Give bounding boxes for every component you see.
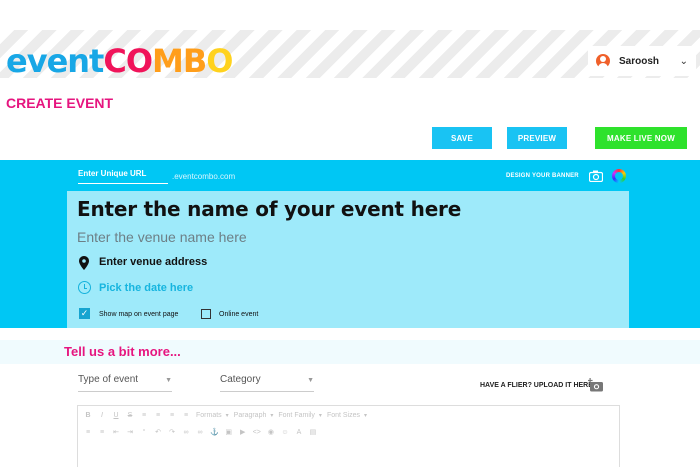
image-icon[interactable]: ▣ [225,428,233,436]
add-photo-icon[interactable] [588,378,604,392]
font-sizes-dropdown[interactable]: Font Sizes [327,412,367,419]
save-button[interactable]: SAVE [432,127,492,149]
unique-url-input[interactable]: Enter Unique URL [78,168,168,184]
outdent-icon[interactable]: ⇤ [112,428,120,436]
category-select[interactable]: Category ▼ [220,374,314,392]
upload-flier-link[interactable]: HAVE A FLIER? UPLOAD IT HERE [480,382,593,389]
font-family-dropdown[interactable]: Font Family [278,412,321,419]
unlink-icon[interactable]: ∞ [196,429,204,436]
bullet-list-icon[interactable]: ≡ [84,429,92,436]
emoticons-icon[interactable]: ☺ [281,429,289,436]
color-picker-icon[interactable] [612,169,626,183]
pick-date-link[interactable]: Pick the date here [99,282,193,294]
eventcombo-logo[interactable]: eventCOMBO [6,44,233,78]
editor-toolbar-row-1: B I U S ≡ ≡ ≡ ≡ Formats Paragraph Font F… [84,412,367,419]
online-event-checkbox[interactable] [201,309,211,319]
background-color-icon[interactable]: ▤ [309,428,317,436]
venue-address-input[interactable]: Enter venue address [99,256,207,268]
anchor-icon[interactable]: ⚓ [210,428,219,436]
design-banner-link[interactable]: DESIGN YOUR BANNER [506,173,579,179]
numbered-list-icon[interactable]: ≡ [98,429,106,436]
italic-icon[interactable]: I [98,412,106,419]
venue-name-input[interactable]: Enter the venue name here [77,229,247,245]
url-suffix: .eventcombo.com [172,172,236,181]
event-type-value: Type of event [78,374,139,385]
user-name: Saroosh [619,55,660,67]
rich-text-editor[interactable]: B I U S ≡ ≡ ≡ ≡ Formats Paragraph Font F… [77,405,620,467]
clock-icon [78,281,91,294]
chevron-down-icon: ⌄ [679,55,688,67]
user-menu[interactable]: Saroosh ⌄ [588,46,696,76]
underline-icon[interactable]: U [112,412,120,419]
indent-icon[interactable]: ⇥ [126,428,134,436]
show-map-checkbox[interactable]: ✓ [79,308,90,319]
preview-icon[interactable]: ◉ [267,428,275,436]
chevron-down-icon: ▼ [307,377,314,384]
camera-icon[interactable] [589,170,603,182]
link-icon[interactable]: ∞ [182,429,190,436]
bold-icon[interactable]: B [84,412,92,419]
align-center-icon[interactable]: ≡ [154,412,162,419]
make-live-button[interactable]: MAKE LIVE NOW [595,127,687,149]
online-event-label: Online event [219,311,259,318]
paragraph-dropdown[interactable]: Paragraph [234,412,273,419]
undo-icon[interactable]: ↶ [154,428,162,436]
media-icon[interactable]: ▶ [239,428,247,436]
event-type-select[interactable]: Type of event ▼ [78,374,172,392]
location-pin-icon [79,256,89,270]
chevron-down-icon: ▼ [165,377,172,384]
page-title: CREATE EVENT [6,95,114,111]
event-name-input[interactable]: Enter the name of your event here [77,197,461,221]
align-right-icon[interactable]: ≡ [168,412,176,419]
code-icon[interactable]: <> [253,429,261,436]
align-left-icon[interactable]: ≡ [140,412,148,419]
formats-dropdown[interactable]: Formats [196,412,228,419]
strikethrough-icon[interactable]: S [126,412,134,419]
user-avatar-icon [596,54,610,68]
create-event-page: eventCOMBO Saroosh ⌄ CREATE EVENT SAVE P… [0,0,700,467]
show-map-label: Show map on event page [99,311,179,318]
align-justify-icon[interactable]: ≡ [182,412,190,419]
category-value: Category [220,374,261,385]
text-color-icon[interactable]: A [295,429,303,436]
preview-button[interactable]: PREVIEW [507,127,567,149]
blockquote-icon[interactable]: “ [140,429,148,436]
more-section-title: Tell us a bit more... [64,344,181,359]
editor-toolbar-row-2: ≡ ≡ ⇤ ⇥ “ ↶ ↷ ∞ ∞ ⚓ ▣ ▶ <> ◉ ☺ A ▤ [84,428,317,437]
redo-icon[interactable]: ↷ [168,428,176,436]
